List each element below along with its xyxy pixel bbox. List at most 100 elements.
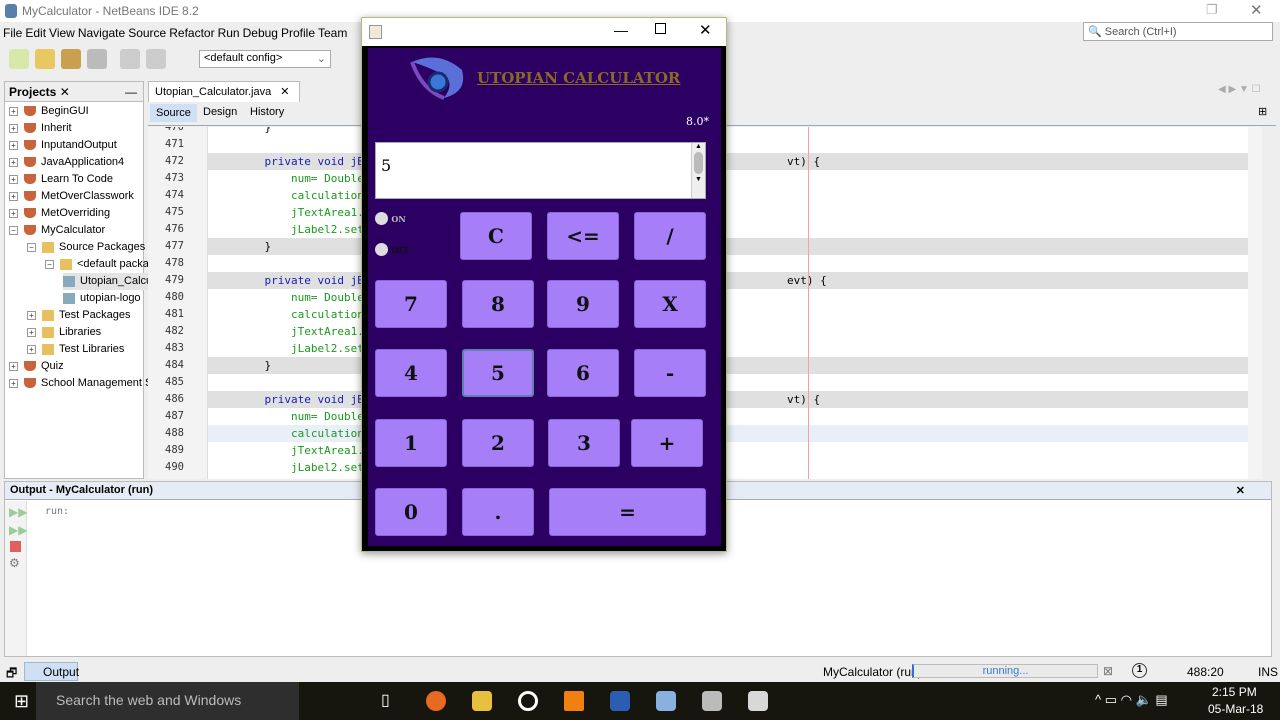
settings-icon[interactable]: ⚙	[9, 556, 22, 570]
windows-start-icon[interactable]: ⊞	[14, 691, 29, 712]
word-icon[interactable]	[610, 691, 630, 711]
digit-1-button[interactable]: 1	[375, 419, 447, 467]
collapse-icon[interactable]: −	[27, 242, 36, 252]
collapse-icon[interactable]: −	[45, 259, 54, 269]
subtract-button[interactable]: -	[634, 349, 706, 397]
menu-source[interactable]: Source	[128, 26, 166, 40]
expand-icon[interactable]: +	[9, 174, 18, 184]
minimize-icon[interactable]: —	[614, 22, 628, 38]
editor-scrollbar[interactable]	[1248, 127, 1262, 479]
menu-debug[interactable]: Debug	[243, 26, 278, 40]
redo-icon[interactable]	[146, 49, 166, 69]
close-icon[interactable]: ✕	[1236, 484, 1245, 497]
config-select[interactable]: <default config> ⌄	[199, 50, 331, 68]
expand-icon[interactable]: +	[9, 191, 18, 201]
tab-nav-icons[interactable]: ◀ ▶ ▼ ☐	[1218, 84, 1261, 95]
expand-icon[interactable]: +	[27, 310, 36, 320]
digit-4-button[interactable]: 4	[375, 349, 447, 397]
expand-icon[interactable]: +	[27, 327, 36, 337]
display-scrollbar[interactable]: ▲ ▼	[691, 143, 705, 198]
clock-time[interactable]: 2:15 PM	[1212, 685, 1257, 699]
digit-0-button[interactable]: 0	[375, 488, 447, 536]
add-button[interactable]: +	[631, 419, 703, 467]
digit-3-button[interactable]: 3	[548, 419, 620, 467]
menu-navigate[interactable]: Navigate	[78, 26, 125, 40]
expand-icon[interactable]: +	[9, 140, 18, 150]
rerun-params-icon[interactable]: ▶▶	[9, 523, 27, 537]
split-icon[interactable]: ⊞	[1258, 105, 1267, 118]
cancel-task-icon[interactable]: ⊠	[1103, 664, 1113, 678]
menu-edit[interactable]: Edit	[25, 26, 46, 40]
menu-view[interactable]: View	[49, 26, 75, 40]
tree-item[interactable]: + Test Libraries	[27, 341, 124, 358]
digit-8-button[interactable]: 8	[462, 280, 534, 328]
minimize-icon[interactable]: —	[125, 85, 137, 99]
digit-7-button[interactable]: 7	[375, 280, 447, 328]
backspace-button[interactable]: <=	[547, 212, 619, 260]
expand-icon[interactable]: +	[9, 361, 18, 371]
tree-item[interactable]: utopian-logo	[63, 290, 141, 307]
expand-icon[interactable]: +	[9, 123, 18, 133]
radio-off[interactable]: OFF	[375, 242, 435, 257]
tree-item[interactable]: + Libraries	[27, 324, 101, 341]
tree-item[interactable]: + JavaApplication4	[9, 154, 124, 171]
digit-2-button[interactable]: 2	[462, 419, 534, 467]
menu-run[interactable]: Run	[218, 26, 240, 40]
menu-refactor[interactable]: Refactor	[169, 26, 214, 40]
tab-design[interactable]: Design	[203, 106, 237, 118]
taskbar-search[interactable]: Search the web and Windows	[36, 682, 299, 720]
digit-9-button[interactable]: 9	[547, 280, 619, 328]
undo-icon[interactable]	[120, 49, 140, 69]
expand-icon[interactable]: +	[9, 106, 18, 116]
new-file-icon[interactable]	[9, 49, 29, 69]
task-view-icon[interactable]: ▯	[381, 690, 390, 710]
clock-date[interactable]: 05-Mar-18	[1208, 702, 1263, 716]
tree-item[interactable]: + Quiz	[9, 358, 64, 375]
firefox-icon[interactable]	[426, 691, 446, 711]
digit-6-button[interactable]: 6	[547, 349, 619, 397]
close-icon[interactable]: ✕	[280, 86, 289, 98]
system-tray-icons[interactable]: ^ ▭ ◠ 🔈 ▤	[1095, 692, 1168, 708]
tab-source[interactable]: Source	[150, 104, 197, 122]
new-project-icon[interactable]	[35, 49, 55, 69]
digit-5-button[interactable]: 5	[462, 349, 534, 397]
app-icon[interactable]	[702, 691, 722, 711]
menu-team[interactable]: Team	[318, 26, 347, 40]
tree-item[interactable]: + MetOverClasswork	[9, 188, 134, 205]
stop-icon[interactable]	[10, 541, 21, 552]
restore-icon[interactable]: ❐	[1206, 2, 1218, 18]
tab-utopian-calculator[interactable]: Utopian_Calculator.java ✕	[148, 81, 300, 102]
menu-profile[interactable]: Profile	[281, 26, 315, 40]
netbeans-taskbar-icon[interactable]	[656, 691, 676, 711]
multiply-button[interactable]: X	[634, 280, 706, 328]
groove-music-icon[interactable]	[518, 691, 538, 711]
collapse-icon[interactable]: −	[9, 225, 18, 235]
tree-item[interactable]: + Inherit	[9, 120, 72, 137]
tree-item[interactable]: − Source Packages	[27, 239, 145, 256]
expand-icon[interactable]: +	[9, 378, 18, 388]
divide-button[interactable]: /	[634, 212, 706, 260]
close-icon[interactable]: ✕	[60, 85, 70, 99]
tree-item[interactable]: + Test Packages	[27, 307, 131, 324]
save-all-icon[interactable]	[87, 49, 107, 69]
menu-file[interactable]: File	[3, 26, 22, 40]
search-input[interactable]: 🔍 Search (Ctrl+I)	[1083, 22, 1273, 41]
tree-item[interactable]: + Learn To Code	[9, 171, 113, 188]
decimal-button[interactable]: .	[462, 488, 534, 536]
expand-icon[interactable]: +	[9, 157, 18, 167]
tree-item[interactable]: + BeginGUI	[9, 103, 89, 120]
tree-item[interactable]: + MetOverriding	[9, 205, 110, 222]
close-icon[interactable]: ✕	[699, 21, 712, 39]
tab-history[interactable]: History	[250, 106, 284, 118]
tree-item[interactable]: − MyCalculator	[9, 222, 105, 239]
output-tab[interactable]: Output	[24, 662, 79, 681]
radio-on[interactable]: ON	[375, 211, 435, 226]
open-project-icon[interactable]	[61, 49, 81, 69]
rerun-icon[interactable]: ▶▶	[9, 505, 27, 519]
maximize-icon[interactable]	[655, 23, 666, 34]
vlc-icon[interactable]	[564, 691, 584, 711]
expand-icon[interactable]: +	[27, 344, 36, 354]
close-icon[interactable]: ✕	[1250, 1, 1263, 19]
java-app-icon[interactable]	[748, 691, 768, 711]
display-textarea[interactable]: 5 ▲ ▼	[375, 142, 706, 199]
